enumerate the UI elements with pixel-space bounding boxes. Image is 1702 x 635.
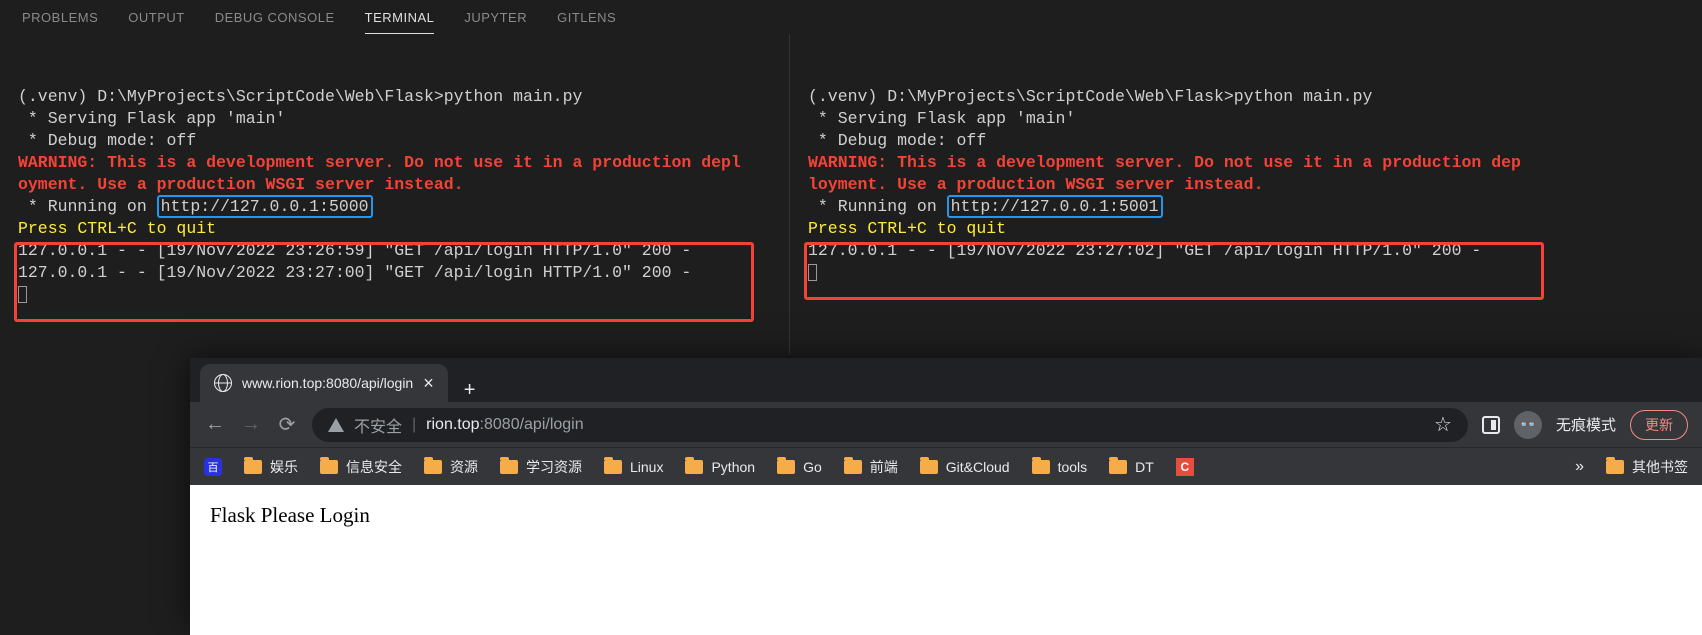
terminal-pane-left[interactable]: (.venv) D:\MyProjects\ScriptCode\Web\Fla…: [0, 34, 790, 354]
folder-icon: [844, 460, 862, 474]
bookmark-folder[interactable]: 信息安全: [320, 457, 402, 477]
forward-button[interactable]: →: [240, 413, 262, 436]
incognito-icon[interactable]: 👓: [1514, 411, 1542, 439]
term-press-ctrlc: Press CTRL+C to quit: [18, 219, 216, 238]
cursor-icon: [18, 286, 27, 303]
bookmark-c[interactable]: C: [1176, 458, 1194, 476]
url-host: rion.top: [426, 416, 479, 433]
running-prefix: * Running on: [18, 197, 157, 216]
running-prefix: * Running on: [808, 197, 947, 216]
bookmark-folder[interactable]: 资源: [424, 457, 478, 477]
bookmark-other[interactable]: 其他书签: [1606, 457, 1688, 477]
address-bar[interactable]: 不安全 | rion.top:8080/api/login ☆: [312, 408, 1468, 442]
baidu-icon: 百: [204, 458, 222, 476]
panel-tab-bar: PROBLEMS OUTPUT DEBUG CONSOLE TERMINAL J…: [0, 0, 1702, 34]
browser-tab-title: www.rion.top:8080/api/login: [242, 375, 413, 391]
new-tab-button[interactable]: +: [448, 379, 492, 402]
tab-problems[interactable]: PROBLEMS: [22, 10, 98, 34]
bookmark-folder[interactable]: 前端: [844, 457, 898, 477]
bookmark-folder[interactable]: Linux: [604, 459, 663, 475]
bookmark-label: 信息安全: [346, 457, 402, 477]
insecure-icon: [328, 418, 344, 432]
browser-toolbar: ← → ⟳ 不安全 | rion.top:8080/api/login ☆ 👓 …: [190, 402, 1702, 447]
bookmark-label: 其他书签: [1632, 457, 1688, 477]
page-content: Flask Please Login: [190, 485, 1702, 635]
term-running-line: * Running on http://127.0.0.1:5001: [808, 195, 1163, 218]
bookmark-folder[interactable]: 娱乐: [244, 457, 298, 477]
folder-icon: [320, 460, 338, 474]
bookmark-label: 娱乐: [270, 457, 298, 477]
folder-icon: [1032, 460, 1050, 474]
folder-icon: [685, 460, 703, 474]
close-icon[interactable]: ×: [423, 373, 434, 394]
bookmark-label: tools: [1058, 459, 1088, 475]
term-running-line: * Running on http://127.0.0.1:5000: [18, 195, 373, 218]
term-press-ctrlc: Press CTRL+C to quit: [808, 219, 1006, 238]
bookmark-folder[interactable]: Python: [685, 459, 755, 475]
back-button[interactable]: ←: [204, 413, 226, 436]
term-serving-line: * Serving Flask app 'main': [808, 109, 1075, 128]
term-warning-line-2: oyment. Use a production WSGI server ins…: [18, 175, 464, 194]
bookmark-label: Go: [803, 459, 822, 475]
folder-icon: [604, 460, 622, 474]
terminal-split: (.venv) D:\MyProjects\ScriptCode\Web\Fla…: [0, 34, 1702, 354]
running-url: http://127.0.0.1:5001: [947, 195, 1163, 218]
folder-icon: [777, 460, 795, 474]
bookmark-label: Linux: [630, 459, 663, 475]
chevron-right-icon[interactable]: »: [1575, 458, 1584, 476]
folder-icon: [500, 460, 518, 474]
tab-terminal[interactable]: TERMINAL: [365, 10, 435, 34]
bookmark-label: Git&Cloud: [946, 459, 1010, 475]
reload-button[interactable]: ⟳: [276, 412, 298, 437]
folder-icon: [424, 460, 442, 474]
folder-icon: [1606, 460, 1624, 474]
tab-gitlens[interactable]: GITLENS: [557, 10, 616, 34]
bookmark-label: 前端: [870, 457, 898, 477]
term-serving-line: * Serving Flask app 'main': [18, 109, 285, 128]
term-log-line: 127.0.0.1 - - [19/Nov/2022 23:27:00] "GE…: [18, 263, 691, 282]
folder-icon: [920, 460, 938, 474]
term-debug-line: * Debug mode: off: [18, 131, 196, 150]
bookmark-folder[interactable]: tools: [1032, 459, 1088, 475]
term-warning-line-1: WARNING: This is a development server. D…: [808, 153, 1521, 172]
bookmark-star-icon[interactable]: ☆: [1434, 412, 1452, 437]
browser-tab-strip: www.rion.top:8080/api/login × +: [190, 358, 1702, 402]
term-warning-line-2: loyment. Use a production WSGI server in…: [808, 175, 1263, 194]
bookmark-folder[interactable]: Go: [777, 459, 822, 475]
cursor-icon: [808, 264, 817, 281]
side-panel-icon[interactable]: [1482, 416, 1500, 434]
incognito-label: 无痕模式: [1556, 414, 1616, 435]
page-body-text: Flask Please Login: [210, 503, 370, 527]
tab-debug-console[interactable]: DEBUG CONSOLE: [215, 10, 335, 34]
bookmark-label: 资源: [450, 457, 478, 477]
insecure-label: 不安全: [354, 413, 402, 437]
browser-tab[interactable]: www.rion.top:8080/api/login ×: [200, 364, 448, 402]
url-path: :8080/api/login: [480, 416, 584, 433]
term-warning-line-1: WARNING: This is a development server. D…: [18, 153, 741, 172]
bookmark-label: Python: [711, 459, 755, 475]
update-button[interactable]: 更新: [1630, 410, 1688, 440]
folder-icon: [244, 460, 262, 474]
folder-icon: [1109, 460, 1127, 474]
bookmark-label: 学习资源: [526, 457, 582, 477]
c-icon: C: [1176, 458, 1194, 476]
bookmark-label: DT: [1135, 459, 1154, 475]
term-debug-line: * Debug mode: off: [808, 131, 986, 150]
bookmarks-bar: 百 娱乐 信息安全 资源 学习资源 Linux Python Go 前端 Git…: [190, 447, 1702, 485]
running-url: http://127.0.0.1:5000: [157, 195, 373, 218]
terminal-pane-right[interactable]: (.venv) D:\MyProjects\ScriptCode\Web\Fla…: [790, 34, 1702, 354]
term-log-line: 127.0.0.1 - - [19/Nov/2022 23:27:02] "GE…: [808, 241, 1481, 260]
globe-icon: [214, 374, 232, 392]
term-prompt-line: (.venv) D:\MyProjects\ScriptCode\Web\Fla…: [808, 87, 1372, 106]
bookmark-folder[interactable]: Git&Cloud: [920, 459, 1010, 475]
tab-output[interactable]: OUTPUT: [128, 10, 184, 34]
tab-jupyter[interactable]: JUPYTER: [464, 10, 527, 34]
term-log-line: 127.0.0.1 - - [19/Nov/2022 23:26:59] "GE…: [18, 241, 691, 260]
bookmark-baidu[interactable]: 百: [204, 458, 222, 476]
bookmark-folder[interactable]: DT: [1109, 459, 1154, 475]
bookmark-folder[interactable]: 学习资源: [500, 457, 582, 477]
browser-window: www.rion.top:8080/api/login × + ← → ⟳ 不安…: [190, 358, 1702, 628]
term-prompt-line: (.venv) D:\MyProjects\ScriptCode\Web\Fla…: [18, 87, 582, 106]
